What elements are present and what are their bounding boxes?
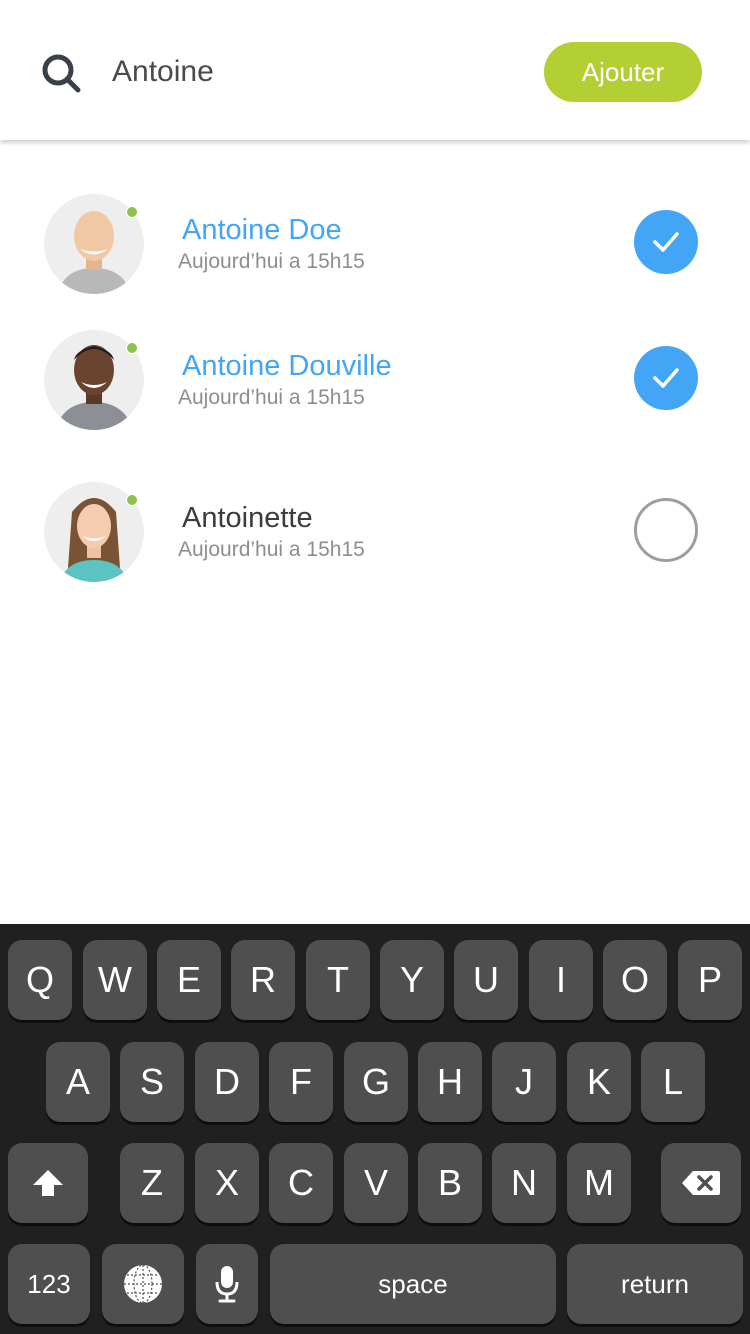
key-q[interactable]: Q [8,940,72,1020]
checkmark-icon [653,368,679,388]
key-g[interactable]: G [344,1042,408,1122]
delete-key[interactable] [661,1143,741,1223]
key-x[interactable]: X [195,1143,259,1223]
search-header: Ajouter [0,0,750,140]
key-b[interactable]: B [418,1143,482,1223]
key-t[interactable]: T [306,940,370,1020]
contact-row[interactable]: Antoine Doe Aujourd’hui a 15h15 [0,194,750,304]
return-key[interactable]: return [567,1244,743,1324]
contact-last-seen: Aujourd’hui a 15h15 [178,250,365,273]
add-button[interactable]: Ajouter [544,42,702,102]
contact-name: Antoine Doe [182,214,342,246]
key-e[interactable]: E [157,940,221,1020]
globe-icon [124,1264,162,1304]
microphone-icon [215,1266,239,1303]
key-o[interactable]: O [603,940,667,1020]
online-indicator [126,342,138,354]
contact-name: Antoinette [182,502,313,534]
key-n[interactable]: N [492,1143,556,1223]
key-k[interactable]: K [567,1042,631,1122]
contact-row[interactable]: Antoine Douville Aujourd’hui a 15h15 [0,330,750,440]
selection-checkbox[interactable] [634,346,698,410]
search-input[interactable] [112,48,512,96]
keyboard: Q W E R T Y U I O P A S D F G H J K L Z … [0,924,750,1334]
key-c[interactable]: C [269,1143,333,1223]
contact-last-seen: Aujourd’hui a 15h15 [178,386,365,409]
key-w[interactable]: W [83,940,147,1020]
shift-key[interactable] [8,1143,88,1223]
contact-last-seen: Aujourd’hui a 15h15 [178,538,365,561]
key-y[interactable]: Y [380,940,444,1020]
backspace-icon [682,1171,720,1195]
key-s[interactable]: S [120,1042,184,1122]
space-key[interactable]: space [270,1244,556,1324]
globe-key[interactable] [102,1244,184,1324]
contact-name: Antoine Douville [182,350,392,382]
selection-checkbox[interactable] [634,210,698,274]
key-l[interactable]: L [641,1042,705,1122]
key-f[interactable]: F [269,1042,333,1122]
online-indicator [126,494,138,506]
key-p[interactable]: P [678,940,742,1020]
contact-row[interactable]: Antoinette Aujourd’hui a 15h15 [0,482,750,592]
selection-checkbox[interactable] [634,498,698,562]
online-indicator [126,206,138,218]
search-icon[interactable] [40,52,82,94]
numbers-key[interactable]: 123 [8,1244,90,1324]
shift-icon [33,1170,63,1196]
key-d[interactable]: D [195,1042,259,1122]
microphone-key[interactable] [196,1244,258,1324]
key-r[interactable]: R [231,940,295,1020]
checkmark-icon [653,232,679,252]
key-m[interactable]: M [567,1143,631,1223]
key-j[interactable]: J [492,1042,556,1122]
key-v[interactable]: V [344,1143,408,1223]
key-h[interactable]: H [418,1042,482,1122]
key-u[interactable]: U [454,940,518,1020]
key-i[interactable]: I [529,940,593,1020]
key-a[interactable]: A [46,1042,110,1122]
key-z[interactable]: Z [120,1143,184,1223]
